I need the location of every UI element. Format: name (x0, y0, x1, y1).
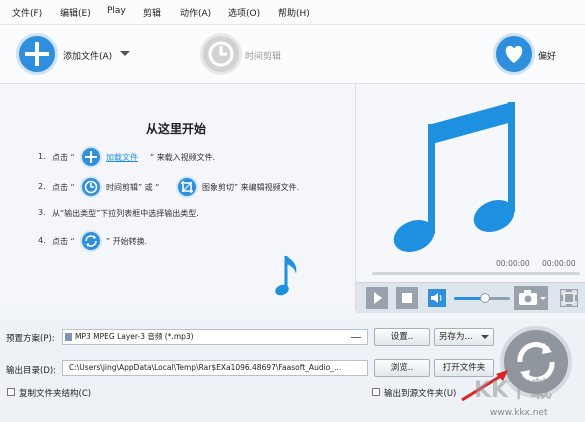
watermark-brand: KK下载 (474, 378, 553, 403)
convert-icon (80, 230, 102, 252)
browse-button[interactable]: 浏览.. (374, 359, 430, 377)
dropdown-lines-icon (351, 337, 361, 338)
step4-post: ” 开始转换. (106, 237, 148, 246)
menu-bar: 文件(F) 编辑(E) Play 剪辑 动作(A) 选项(O) 帮助(H) (0, 0, 585, 25)
menu-help[interactable]: 帮助(H) (278, 6, 310, 19)
clock-icon (80, 176, 102, 198)
preset-select[interactable]: MP3 MPEG Layer-3 音频 (*.mp3) (62, 329, 368, 345)
copy-structure-checkbox[interactable] (7, 388, 15, 396)
watermark-url: www.kkx.net (490, 408, 548, 418)
volume-slider[interactable] (454, 293, 510, 303)
step3-text: 从“输出类型”下拉列表框中选择输出类型. (52, 209, 199, 218)
preset-label: 预置方案(P): (6, 334, 55, 344)
heart-icon (493, 33, 535, 75)
load-file-link[interactable]: 加载文件 (106, 152, 138, 163)
fullscreen-icon (561, 290, 577, 306)
clock-icon (200, 33, 242, 75)
settings-button[interactable]: 设置.. (374, 328, 430, 346)
play-button[interactable] (366, 287, 388, 309)
output-dir-label: 输出目录(D): (6, 366, 57, 376)
step1-number: 1. (38, 152, 46, 161)
getting-started-panel: 从这里开始 1. 点击 “ 加载文件 ” 来载入视频文件. 2. 点击 “ 时间… (0, 84, 356, 310)
guide-title: 从这里开始 (146, 122, 207, 136)
output-settings: 预置方案(P): MP3 MPEG Layer-3 音频 (*.mp3) 设置.… (0, 320, 585, 422)
step2-mid: 时间剪辑” 或 “ (106, 183, 160, 192)
menu-action[interactable]: 动作(A) (180, 6, 211, 19)
output-dir-value: C:\Users\jing\AppData\Local\Temp\Rar$EXa… (69, 363, 342, 372)
menu-play[interactable]: Play (107, 6, 126, 16)
volume-button[interactable] (428, 289, 446, 307)
time-total: 00:00:00 (542, 259, 576, 268)
music-note-icon (393, 102, 515, 252)
stop-icon (402, 293, 412, 303)
plus-icon (80, 146, 102, 168)
preset-value: MP3 MPEG Layer-3 音频 (*.mp3) (75, 332, 194, 341)
add-file-button[interactable]: 添加文件(A) (16, 29, 136, 79)
toolbar: 添加文件(A) 时间剪辑 偏好 (0, 25, 585, 84)
step1-pre: 点击 “ (52, 153, 75, 162)
speaker-icon (431, 293, 442, 303)
copy-structure-label: 复制文件夹结构(C) (19, 389, 92, 399)
save-as-label: 另存为... (439, 332, 473, 342)
step2-number: 2. (38, 182, 46, 191)
add-file-label: 添加文件(A) (63, 52, 113, 62)
save-as-button[interactable]: 另存为... (434, 328, 494, 346)
stop-button[interactable] (396, 287, 418, 309)
time-clip-label: 时间剪辑 (245, 52, 282, 62)
time-clip-button[interactable]: 时间剪辑 (200, 29, 310, 79)
step2-pre: 点击 “ (52, 183, 75, 192)
play-icon (374, 292, 382, 304)
output-to-source-label: 输出到源文件夹(U) (384, 389, 457, 399)
audio-file-icon (65, 333, 72, 341)
step1-post: ” 来载入视频文件. (150, 153, 216, 162)
add-file-dropdown[interactable] (120, 51, 130, 56)
step3-number: 3. (38, 208, 46, 217)
step4-number: 4. (38, 236, 46, 245)
fullscreen-button[interactable] (560, 289, 578, 307)
menu-file[interactable]: 文件(F) (12, 6, 42, 19)
preview-panel: 00:00:00 00:00:00 (356, 84, 585, 310)
crop-icon (176, 176, 198, 198)
chevron-down-icon (481, 335, 489, 339)
favorite-label: 偏好 (538, 52, 557, 62)
output-to-source-checkbox[interactable] (372, 388, 380, 396)
plus-icon (16, 33, 58, 75)
music-note-icon (275, 256, 297, 296)
player-controls (356, 282, 585, 313)
favorite-button[interactable]: 偏好 (493, 29, 578, 79)
camera-icon (519, 290, 546, 305)
volume-handle[interactable] (479, 293, 490, 303)
step2-post: 图象剪切” 来编辑视频文件. (202, 183, 300, 192)
output-dir-field[interactable]: C:\Users\jing\AppData\Local\Temp\Rar$EXa… (62, 360, 368, 376)
seek-bar[interactable] (372, 272, 580, 275)
snapshot-button[interactable] (514, 286, 548, 310)
time-current: 00:00:00 (496, 259, 530, 268)
menu-edit[interactable]: 编辑(E) (60, 6, 91, 19)
menu-options[interactable]: 选项(O) (228, 6, 260, 19)
menu-clip[interactable]: 剪辑 (143, 6, 161, 19)
step4-pre: 点击 “ (52, 237, 75, 246)
